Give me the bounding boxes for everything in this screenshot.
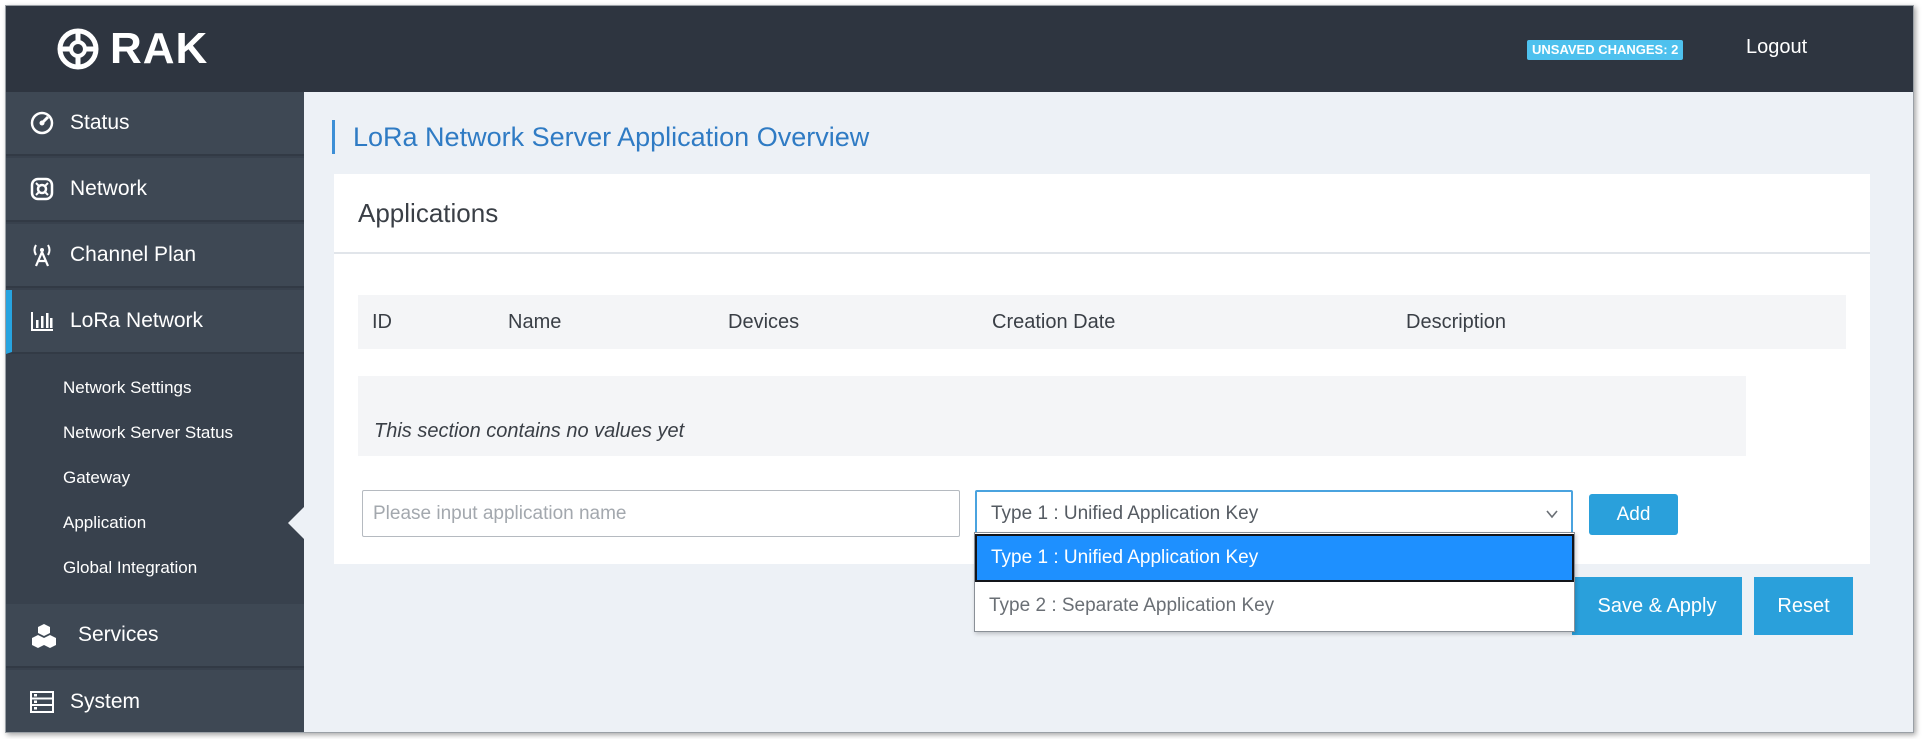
dropdown-option-type-2[interactable]: Type 2 : Separate Application Key: [975, 582, 1574, 630]
sidebar-item-label: Channel Plan: [70, 243, 197, 266]
sidebar-item-label: System: [70, 690, 141, 713]
card-title: Applications: [358, 198, 499, 228]
applications-card: Applications ID Name Devices Creation Da…: [334, 174, 1870, 564]
sidebar-item-label: LoRa Network: [70, 309, 204, 332]
sidebar-item-system[interactable]: System: [6, 670, 304, 732]
save-apply-button[interactable]: Save & Apply: [1572, 577, 1742, 635]
sidebar-item-services[interactable]: Services: [6, 604, 304, 668]
sidebar-item-lora-network[interactable]: LoRa Network: [6, 290, 304, 354]
gauge-icon: [28, 109, 56, 137]
column-header-creation-date: Creation Date: [992, 311, 1116, 333]
antenna-icon: [28, 241, 56, 269]
dropdown-option-type-1[interactable]: Type 1 : Unified Application Key: [975, 534, 1574, 582]
logo-text: RAK: [110, 24, 209, 73]
submenu-item-application[interactable]: Application: [63, 513, 146, 533]
signal-bars-icon: [28, 307, 56, 335]
column-header-description: Description: [1406, 311, 1507, 333]
app-window: RAK UNSAVED CHANGES: 2 Logout Status Net…: [5, 5, 1914, 733]
page-title: LoRa Network Server Application Overview: [332, 120, 869, 154]
unsaved-changes-badge[interactable]: UNSAVED CHANGES: 2: [1527, 40, 1684, 60]
application-type-dropdown: Type 1 : Unified Application Key Type 2 …: [974, 532, 1575, 632]
sidebar-item-channel-plan[interactable]: Channel Plan: [6, 224, 304, 288]
sidebar-item-label: Services: [78, 623, 159, 646]
rak-logo: RAK: [52, 22, 208, 76]
selected-type-value: Type 1 : Unified Application Key: [991, 503, 1259, 524]
top-header: RAK UNSAVED CHANGES: 2 Logout: [6, 6, 1913, 92]
reset-button[interactable]: Reset: [1754, 577, 1853, 635]
submenu-item-gateway[interactable]: Gateway: [63, 468, 130, 488]
empty-table-row: This section contains no values yet: [358, 376, 1746, 456]
submenu-item-network-server-status[interactable]: Network Server Status: [63, 423, 233, 443]
sidebar-item-label: Status: [70, 111, 130, 134]
sidebar-item-network[interactable]: Network: [6, 158, 304, 222]
logout-link[interactable]: Logout: [1746, 36, 1807, 59]
column-header-name: Name: [508, 311, 562, 333]
submenu-item-network-settings[interactable]: Network Settings: [63, 378, 192, 398]
application-type-select[interactable]: Type 1 : Unified Application Key: [975, 490, 1573, 537]
network-icon: [28, 175, 56, 203]
empty-table-message: This section contains no values yet: [374, 420, 685, 442]
server-icon: [28, 688, 56, 716]
rak-logo-icon: [57, 28, 99, 70]
application-name-input[interactable]: [362, 490, 960, 537]
table-header: ID Name Devices Creation Date Descriptio…: [358, 295, 1846, 349]
add-button[interactable]: Add: [1589, 494, 1678, 535]
sidebar: Status Network Channel Plan LoRa Network…: [6, 92, 304, 732]
sidebar-item-label: Network: [70, 177, 148, 200]
submenu-item-global-integration[interactable]: Global Integration: [63, 558, 197, 578]
sidebar-item-status[interactable]: Status: [6, 92, 304, 156]
cubes-icon: [30, 621, 58, 649]
column-header-id: ID: [372, 311, 392, 333]
active-pointer: [288, 507, 304, 539]
card-header: Applications: [334, 174, 1870, 254]
column-header-devices: Devices: [728, 311, 800, 333]
chevron-down-icon: [1546, 510, 1558, 519]
